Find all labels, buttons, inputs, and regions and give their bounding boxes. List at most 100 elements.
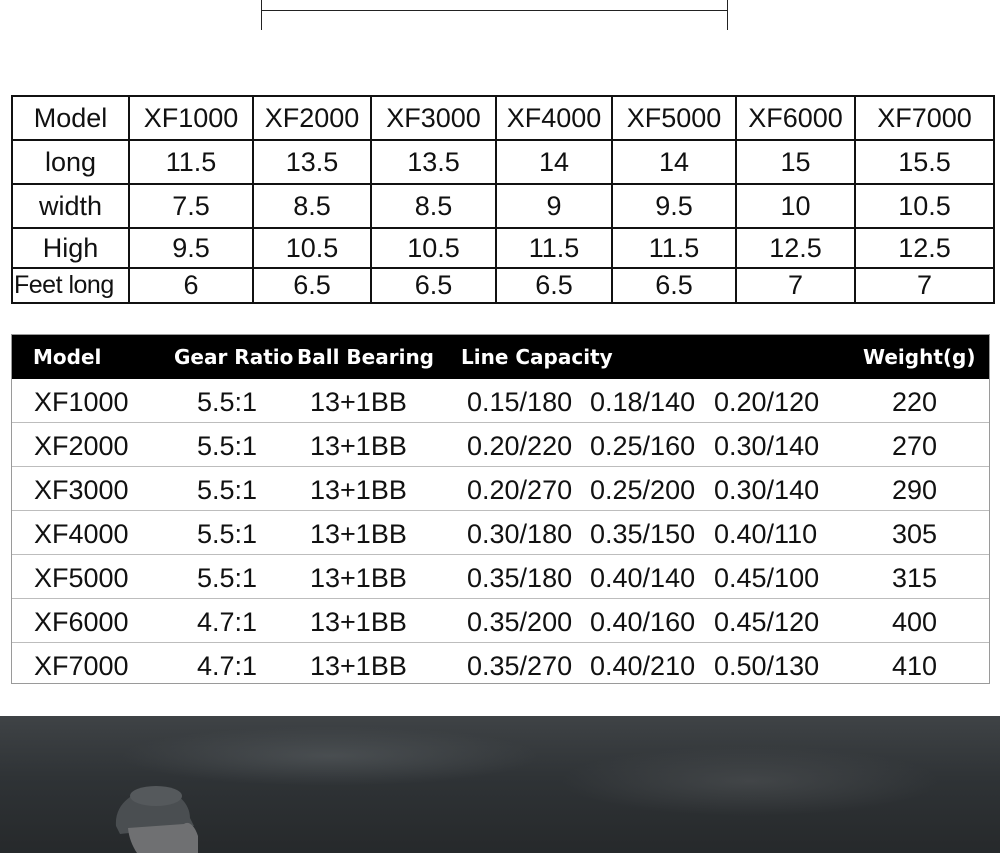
spec-table: Model Gear Ratio Ball Bearing Line Capac… <box>11 334 990 684</box>
dims-cell: 13.5 <box>370 139 497 185</box>
dimensions-table: Model XF1000 XF2000 XF3000 XF4000 XF5000… <box>11 95 995 304</box>
spec-row: XF4000 5.5:1 13+1BB 0.30/180 0.35/150 0.40/11… <box>12 511 989 555</box>
spec-cell-cap3: 0.30/140 <box>714 431 820 461</box>
spec-cell-ball-bearing: 13+1BB <box>310 607 407 637</box>
spec-cell-cap2: 0.35/150 <box>590 519 696 549</box>
dims-cell: 15.5 <box>854 139 995 185</box>
dims-cell: 14 <box>495 139 613 185</box>
spec-cell-weight: 305 <box>892 519 938 549</box>
dims-header-cell: Model <box>11 95 130 141</box>
spec-cell-weight: 315 <box>892 563 938 593</box>
spec-cell-weight: 410 <box>892 651 938 681</box>
dims-row-label: width <box>11 183 130 229</box>
dims-header-cell: XF4000 <box>495 95 613 141</box>
spec-cell-weight: 220 <box>892 387 938 417</box>
angler-photo <box>0 716 1000 853</box>
dims-cell: 9.5 <box>611 183 737 229</box>
spec-row: XF1000 5.5:1 13+1BB 0.15/180 0.18/140 0.20/12… <box>12 379 989 423</box>
dims-cell: 10 <box>735 183 856 229</box>
dimension-bracket <box>261 0 728 30</box>
dims-cell: 11.5 <box>611 227 737 269</box>
spec-cell-cap3: 0.50/130 <box>714 651 820 681</box>
spec-cell-cap2: 0.18/140 <box>590 387 696 417</box>
spec-cell-weight: 290 <box>892 475 938 505</box>
spec-cell-cap1: 0.35/270 <box>467 651 573 681</box>
spec-cell-cap1: 0.30/180 <box>467 519 573 549</box>
dims-cell: 8.5 <box>370 183 497 229</box>
dims-cell: 12.5 <box>735 227 856 269</box>
dims-cell: 7 <box>735 267 856 304</box>
header-model: Model <box>33 345 102 369</box>
spec-cell-model: XF7000 <box>34 651 129 681</box>
dims-cell: 10.5 <box>854 183 995 229</box>
dims-row-label: High <box>11 227 130 269</box>
spec-cell-model: XF3000 <box>34 475 129 505</box>
spec-cell-model: XF5000 <box>34 563 129 593</box>
spec-cell-cap3: 0.45/120 <box>714 607 820 637</box>
spec-cell-gear-ratio: 5.5:1 <box>197 431 258 461</box>
dims-cell: 6.5 <box>252 267 372 304</box>
spec-cell-model: XF4000 <box>34 519 129 549</box>
dims-cell: 10.5 <box>370 227 497 269</box>
spec-cell-ball-bearing: 13+1BB <box>310 475 407 505</box>
dims-cell: 7 <box>854 267 995 304</box>
dims-cell: 6 <box>128 267 254 304</box>
dims-cell: 10.5 <box>252 227 372 269</box>
spec-cell-weight: 400 <box>892 607 938 637</box>
dims-header-cell: XF6000 <box>735 95 856 141</box>
spec-cell-cap2: 0.40/210 <box>590 651 696 681</box>
spec-table-header: Model Gear Ratio Ball Bearing Line Capac… <box>12 335 989 379</box>
dims-cell: 6.5 <box>611 267 737 304</box>
dimensions-header-row: Model XF1000 XF2000 XF3000 XF4000 XF5000… <box>11 95 995 141</box>
dims-cell: 8.5 <box>252 183 372 229</box>
spec-cell-cap2: 0.40/140 <box>590 563 696 593</box>
spec-cell-model: XF6000 <box>34 607 129 637</box>
spec-cell-ball-bearing: 13+1BB <box>310 431 407 461</box>
dims-cell: 6.5 <box>370 267 497 304</box>
spec-cell-ball-bearing: 13+1BB <box>310 519 407 549</box>
spec-cell-cap3: 0.30/140 <box>714 475 820 505</box>
dims-row-width: width 7.5 8.5 8.5 9 9.5 10 10.5 <box>11 183 995 229</box>
dims-cell: 15 <box>735 139 856 185</box>
spec-cell-model: XF1000 <box>34 387 129 417</box>
spec-cell-ball-bearing: 13+1BB <box>310 651 407 681</box>
dims-header-cell: XF1000 <box>128 95 254 141</box>
dims-cell: 9 <box>495 183 613 229</box>
spec-row: XF5000 5.5:1 13+1BB 0.35/180 0.40/140 0.45/10… <box>12 555 989 599</box>
spec-cell-gear-ratio: 5.5:1 <box>197 519 258 549</box>
spec-cell-weight: 270 <box>892 431 938 461</box>
dims-cell: 11.5 <box>128 139 254 185</box>
dims-header-cell: XF7000 <box>854 95 995 141</box>
header-gear-ratio: Gear Ratio <box>174 345 294 369</box>
dims-header-cell: XF2000 <box>252 95 372 141</box>
spec-row: XF2000 5.5:1 13+1BB 0.20/220 0.25/160 0.30/14… <box>12 423 989 467</box>
dims-header-cell: XF5000 <box>611 95 737 141</box>
dims-cell: 6.5 <box>495 267 613 304</box>
spec-row: XF3000 5.5:1 13+1BB 0.20/270 0.25/200 0.30/14… <box>12 467 989 511</box>
spec-cell-ball-bearing: 13+1BB <box>310 387 407 417</box>
dims-cell: 11.5 <box>495 227 613 269</box>
spec-cell-cap1: 0.15/180 <box>467 387 573 417</box>
spec-cell-gear-ratio: 5.5:1 <box>197 387 258 417</box>
spec-row: XF7000 4.7:1 13+1BB 0.35/270 0.40/210 0.50/13… <box>12 643 989 687</box>
spec-cell-gear-ratio: 4.7:1 <box>197 651 258 681</box>
spec-table-body: XF1000 5.5:1 13+1BB 0.15/180 0.18/140 0.20/12… <box>12 379 989 687</box>
dims-row-label: long <box>11 139 130 185</box>
dims-row-label: Feet long <box>11 267 130 304</box>
dims-cell: 7.5 <box>128 183 254 229</box>
spec-cell-cap1: 0.35/200 <box>467 607 573 637</box>
spec-cell-cap3: 0.45/100 <box>714 563 820 593</box>
spec-cell-cap3: 0.40/110 <box>714 519 818 549</box>
spec-cell-cap2: 0.25/200 <box>590 475 696 505</box>
dims-row-high: High 9.5 10.5 10.5 11.5 11.5 12.5 12.5 <box>11 227 995 269</box>
angler-silhouette-icon <box>115 786 198 853</box>
spec-cell-cap3: 0.20/120 <box>714 387 820 417</box>
spec-cell-gear-ratio: 5.5:1 <box>197 475 258 505</box>
dims-row-feet-long: Feet long 6 6.5 6.5 6.5 6.5 7 7 <box>11 267 995 304</box>
dims-row-long: long 11.5 13.5 13.5 14 14 15 15.5 <box>11 139 995 185</box>
dims-header-cell: XF3000 <box>370 95 497 141</box>
spec-cell-cap2: 0.40/160 <box>590 607 696 637</box>
spec-cell-cap1: 0.35/180 <box>467 563 573 593</box>
header-line-capacity: Line Capacity <box>461 345 613 369</box>
dims-cell: 13.5 <box>252 139 372 185</box>
